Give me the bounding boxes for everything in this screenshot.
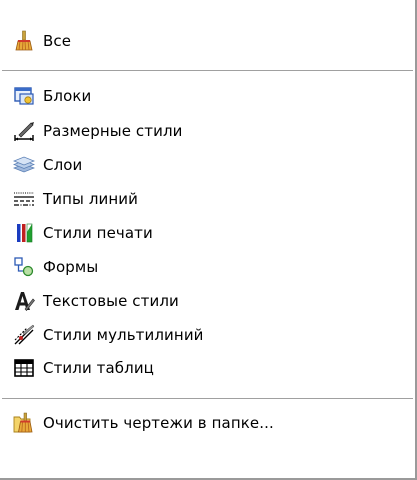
menu-item-blocks[interactable]: Блоки (0, 80, 415, 111)
menu-item-layers[interactable]: Слои (0, 149, 415, 180)
purge-folder-icon (13, 412, 35, 434)
menu-item-shapes[interactable]: Формы (0, 251, 415, 282)
menu-item-table-styles[interactable]: Стили таблиц (0, 352, 415, 383)
plot-style-icon (13, 222, 35, 244)
menu-item-label: Формы (43, 258, 99, 276)
menu-item-label: Размерные стили (43, 122, 183, 140)
menu-item-text-styles[interactable]: Текстовые стили (0, 285, 415, 316)
menu-item-dimension-styles[interactable]: Размерные стили (0, 115, 415, 146)
menu-item-label: Очистить чертежи в папке... (43, 414, 274, 432)
block-icon (13, 85, 35, 107)
menu-item-multiline-styles[interactable]: Стили мультилиний (0, 319, 415, 350)
menu-item-label: Слои (43, 156, 83, 174)
menu-item-plot-styles[interactable]: Стили печати (0, 217, 415, 248)
menu-item-label: Все (43, 32, 72, 50)
separator (2, 398, 413, 400)
context-menu: Все Блоки Размерные стили Слои Типы лини… (0, 0, 417, 480)
menu-item-label: Типы линий (43, 190, 138, 208)
broom-icon (13, 30, 35, 52)
multiline-style-icon (13, 324, 35, 346)
shapes-icon (13, 256, 35, 278)
menu-item-label: Стили мультилиний (43, 326, 204, 344)
menu-item-label: Блоки (43, 87, 92, 105)
table-style-icon (13, 357, 35, 379)
menu-item-linetypes[interactable]: Типы линий (0, 183, 415, 214)
menu-item-label: Стили таблиц (43, 359, 154, 377)
menu-item-all[interactable]: Все (0, 25, 415, 56)
menu-item-label: Текстовые стили (43, 292, 179, 310)
menu-item-purge-folder[interactable]: Очистить чертежи в папке... (0, 407, 415, 438)
text-style-icon (13, 290, 35, 312)
separator (2, 70, 413, 72)
linetype-icon (13, 188, 35, 210)
menu-item-label: Стили печати (43, 224, 153, 242)
dimension-style-icon (13, 120, 35, 142)
layers-icon (13, 154, 35, 176)
